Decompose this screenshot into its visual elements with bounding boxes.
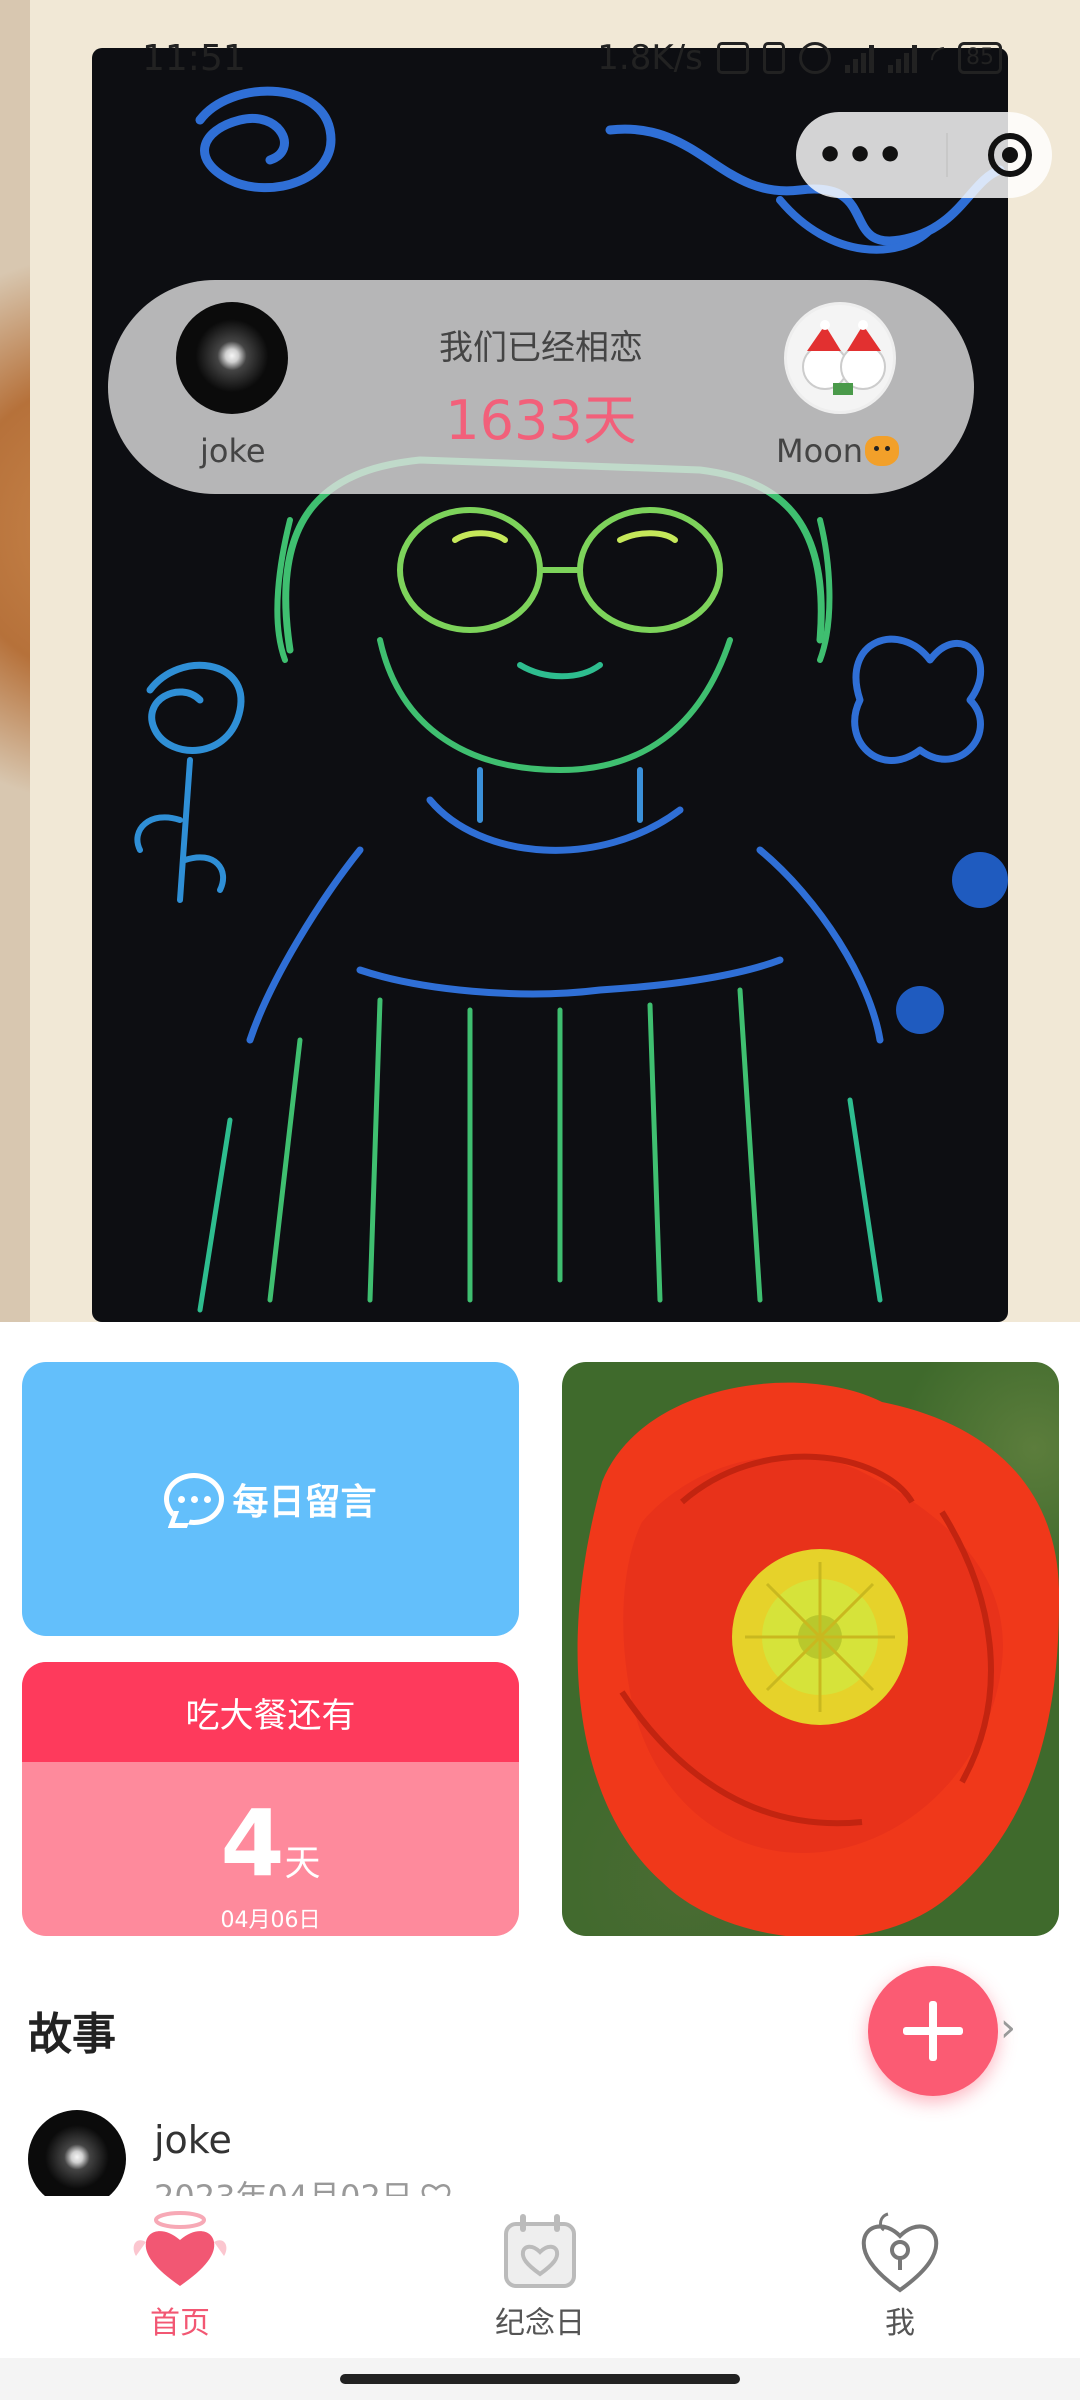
add-story-button[interactable] — [868, 1966, 998, 2096]
signal-2-icon — [887, 43, 917, 73]
wifi-icon: ◜ — [930, 38, 944, 78]
capsule-divider — [946, 133, 949, 177]
tab-anniversary-label: 纪念日 — [495, 2306, 585, 2341]
stories-more-chevron-icon[interactable]: › — [1000, 2005, 1016, 2051]
tab-me[interactable]: 我 — [800, 2196, 1000, 2358]
board-drawing — [134, 86, 1008, 1313]
countdown-number: 4 — [220, 1790, 285, 1897]
status-time: 11:51 — [142, 38, 246, 79]
heart-lock-icon — [861, 2212, 939, 2293]
nfc-icon — [716, 42, 749, 74]
daily-message-tile[interactable]: 每日留言 — [22, 1362, 519, 1636]
story-author-avatar — [28, 2110, 126, 2208]
home-gesture-pill[interactable] — [340, 2374, 740, 2384]
chat-bubble-icon — [164, 1473, 225, 1525]
hero-photo — [0, 0, 1080, 1322]
system-navigation-bar — [0, 2358, 1080, 2400]
story-list-item[interactable]: joke 2023年04月02日 — [28, 2110, 1028, 2216]
photo-tile[interactable] — [562, 1362, 1059, 1936]
tab-me-label: 我 — [885, 2306, 915, 2341]
close-miniprogram-icon[interactable] — [988, 133, 1033, 177]
countdown-value: 4天 — [22, 1790, 519, 1897]
right-avatar[interactable] — [784, 302, 896, 414]
countdown-tile[interactable]: 吃大餐还有 4天 04月06日 — [22, 1662, 519, 1936]
alarm-icon — [798, 42, 831, 74]
bottom-tab-bar: 首页 纪念日 我 — [0, 2196, 1080, 2358]
story-author-name: joke — [154, 2118, 232, 2162]
tab-home-label: 首页 — [150, 2306, 210, 2341]
tab-anniversary[interactable]: 纪念日 — [440, 2196, 640, 2358]
stories-section-title: 故事 — [28, 2009, 116, 2060]
tab-home[interactable]: 首页 — [80, 2196, 280, 2358]
vibrate-icon — [762, 42, 785, 74]
tiger-emoji-icon — [865, 436, 900, 466]
love-counter-card: joke 我们已经相恋 1633天 Moon — [108, 280, 974, 494]
miniprogram-capsule: ••• — [796, 112, 1052, 198]
more-icon[interactable]: ••• — [816, 130, 906, 181]
right-user-name: Moon — [776, 432, 900, 470]
countdown-title: 吃大餐还有 — [22, 1662, 519, 1762]
home-heart-icon — [133, 2211, 227, 2286]
daily-message-label: 每日留言 — [232, 1482, 377, 1523]
calendar-heart-icon — [504, 2214, 576, 2288]
countdown-unit: 天 — [284, 1843, 321, 1884]
status-icons: 1.8K/s ◜ 85 — [597, 38, 1002, 78]
battery-icon: 85 — [958, 42, 1002, 74]
status-bar: 11:51 1.8K/s ◜ 85 — [0, 30, 1080, 90]
signal-icon — [844, 43, 874, 73]
countdown-date: 04月06日 — [220, 1908, 321, 1933]
net-speed: 1.8K/s — [597, 38, 703, 78]
poppy-flower-photo — [577, 1382, 1059, 1936]
